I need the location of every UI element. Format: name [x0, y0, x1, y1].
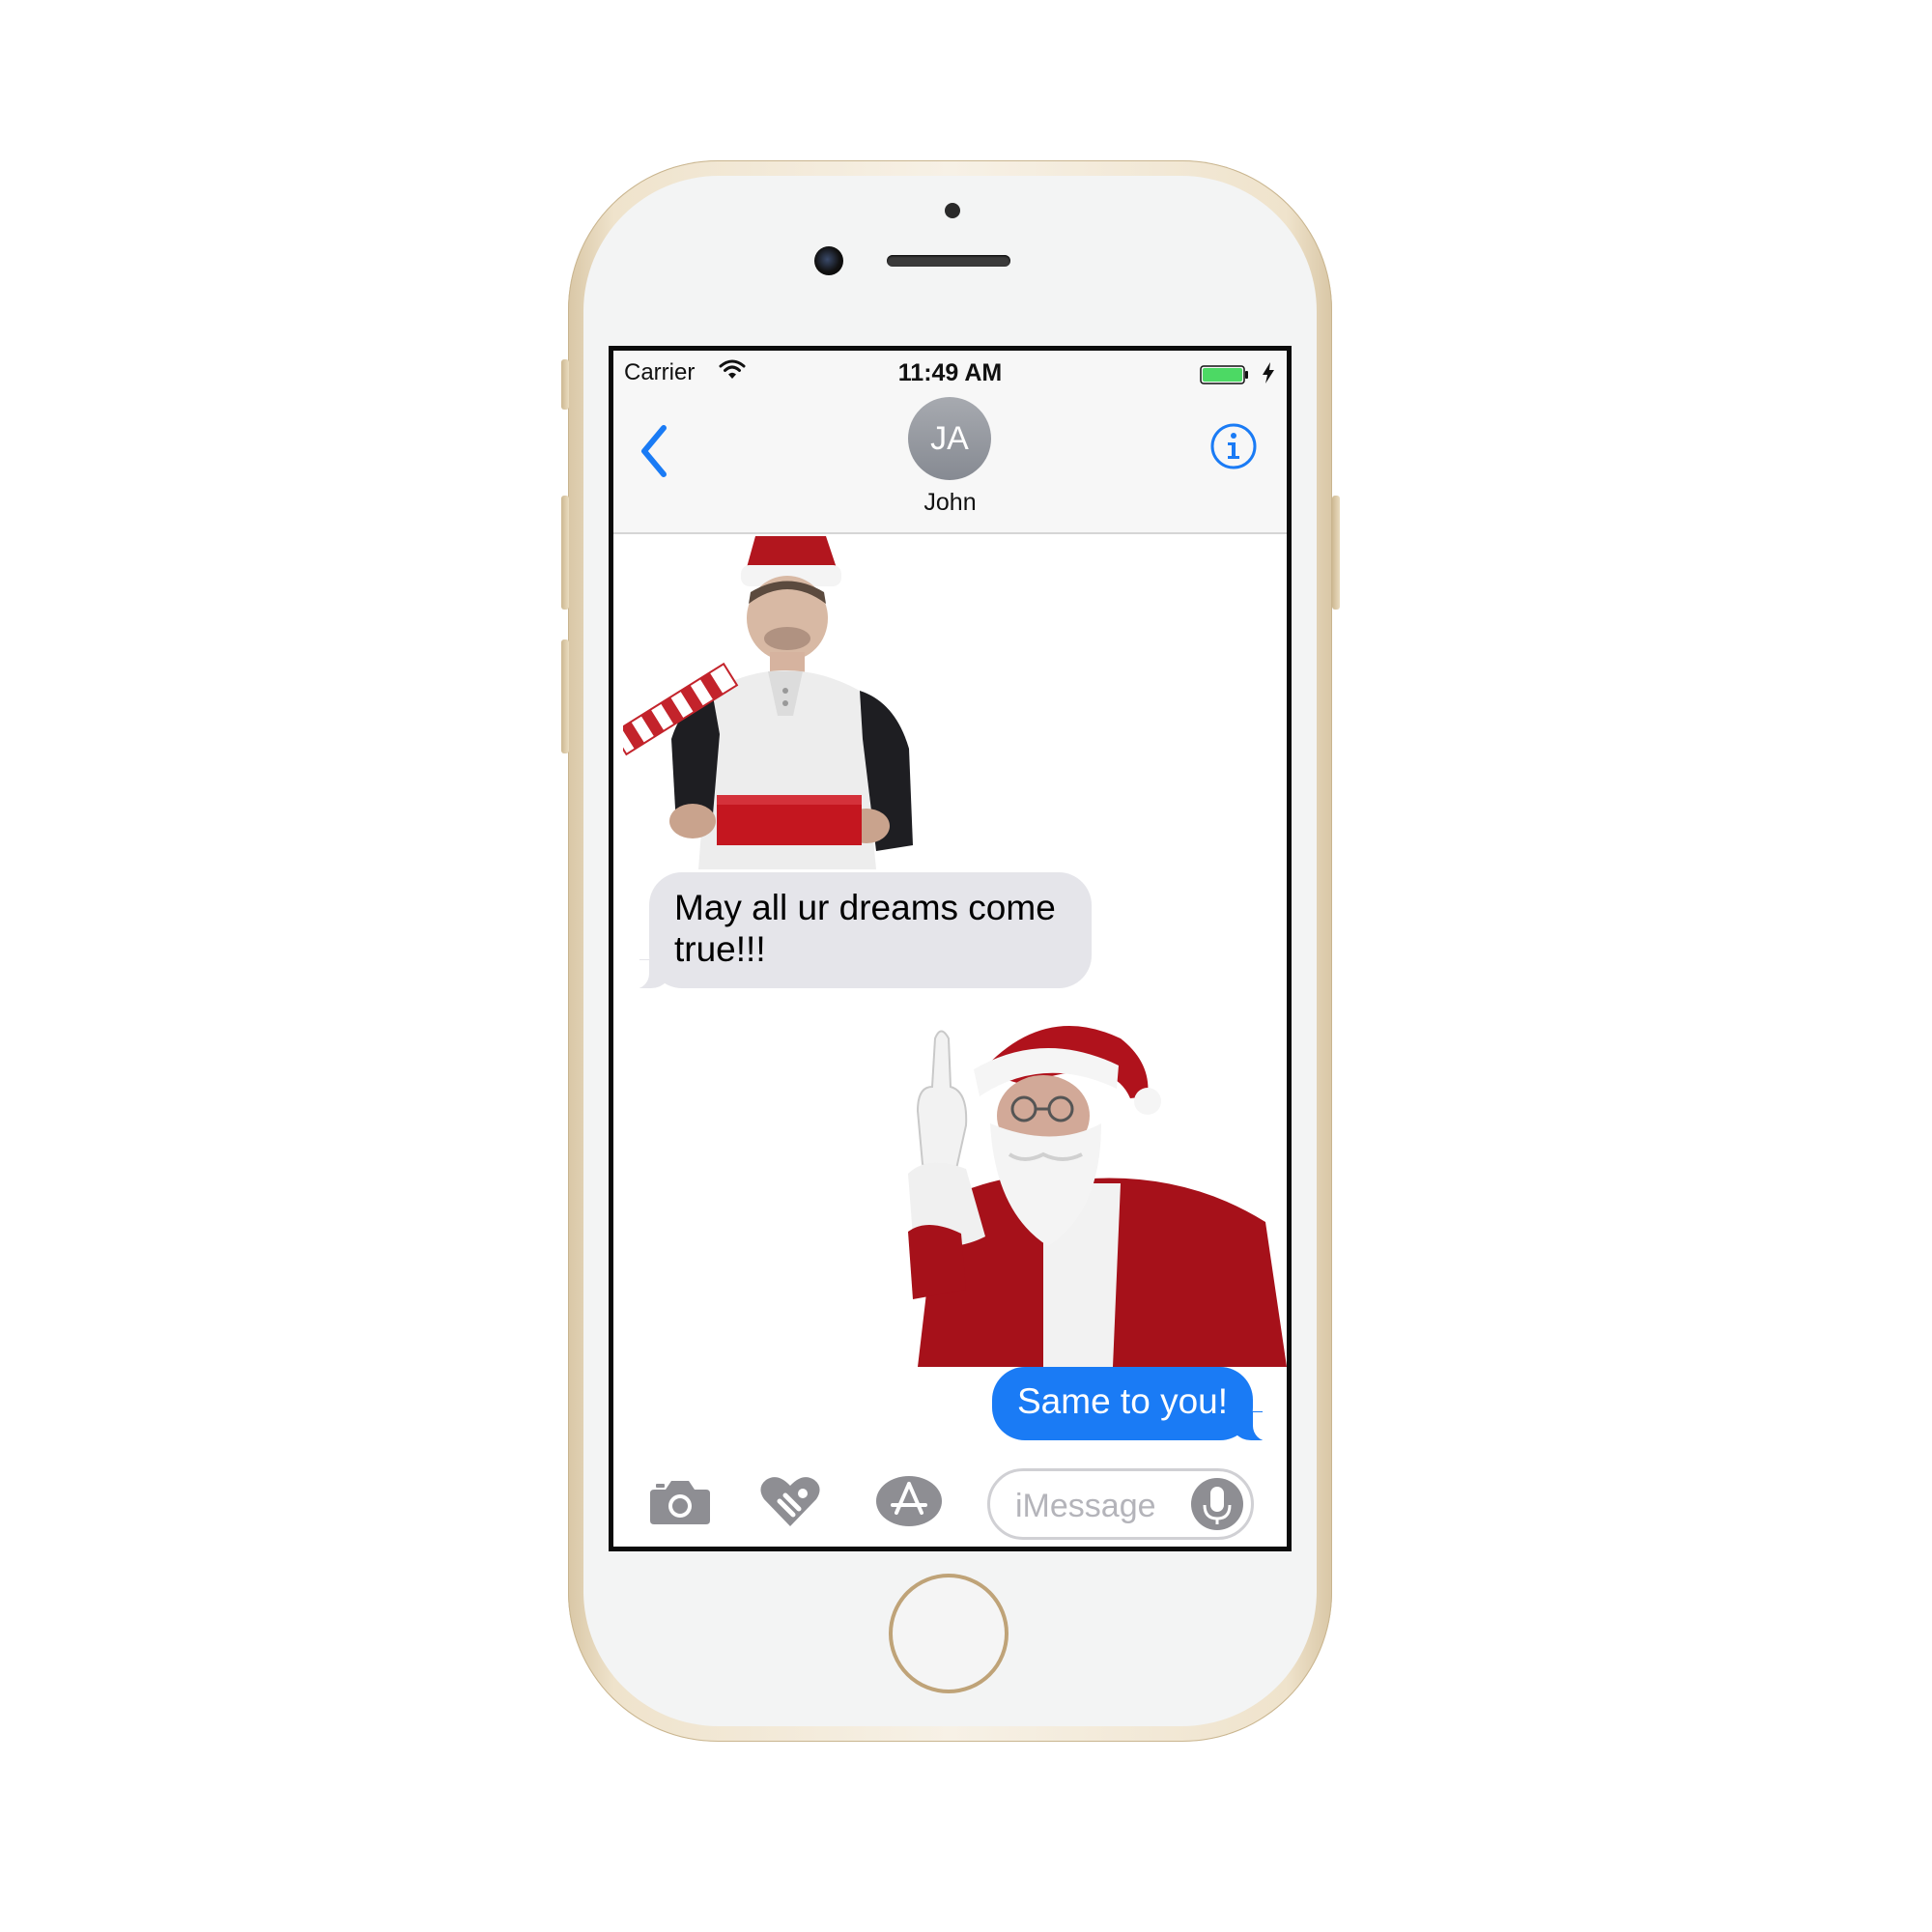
battery-icon	[1200, 365, 1248, 384]
mute-switch	[561, 359, 569, 410]
received-message-bubble[interactable]: May all ur dreams come true!!!	[626, 872, 1092, 989]
sticker-man-opening-gift[interactable]	[623, 536, 980, 869]
app-store-icon[interactable]	[875, 1474, 943, 1528]
charging-bolt-icon	[1263, 362, 1274, 384]
microphone-icon	[1203, 1487, 1232, 1524]
microphone-button[interactable]	[1191, 1478, 1243, 1530]
conversation-header: JA John	[613, 389, 1287, 534]
status-time: 11:49 AM	[897, 359, 1003, 386]
volume-up-button	[561, 496, 569, 610]
screen: Carrier 11:49 AM JA John May all ur drea…	[609, 346, 1292, 1551]
imessage-placeholder: iMessage	[1015, 1488, 1156, 1524]
info-icon[interactable]	[1209, 422, 1258, 470]
proximity-sensor	[945, 203, 960, 218]
camera-icon[interactable]	[646, 1474, 714, 1528]
sticker-santa[interactable]	[898, 1009, 1287, 1367]
stage: Carrier 11:49 AM JA John May all ur drea…	[0, 0, 1932, 1932]
contact-name[interactable]: John	[613, 489, 1287, 517]
volume-down-button	[561, 639, 569, 753]
power-button	[1332, 496, 1340, 610]
status-bar: Carrier 11:49 AM	[613, 351, 1287, 389]
home-button[interactable]	[889, 1574, 1009, 1693]
message-input-bar: iMessage	[613, 1457, 1287, 1547]
digital-touch-icon[interactable]	[756, 1474, 824, 1528]
front-camera	[814, 246, 843, 275]
chevron-left-icon[interactable]	[633, 422, 675, 480]
sent-message-bubble[interactable]: Same to you!	[992, 1367, 1276, 1441]
earpiece-speaker	[887, 255, 1010, 267]
message-list: May all ur dreams come true!!! Same to y…	[613, 536, 1287, 1449]
imessage-input[interactable]: iMessage	[987, 1468, 1254, 1540]
contact-avatar[interactable]: JA	[908, 397, 991, 480]
